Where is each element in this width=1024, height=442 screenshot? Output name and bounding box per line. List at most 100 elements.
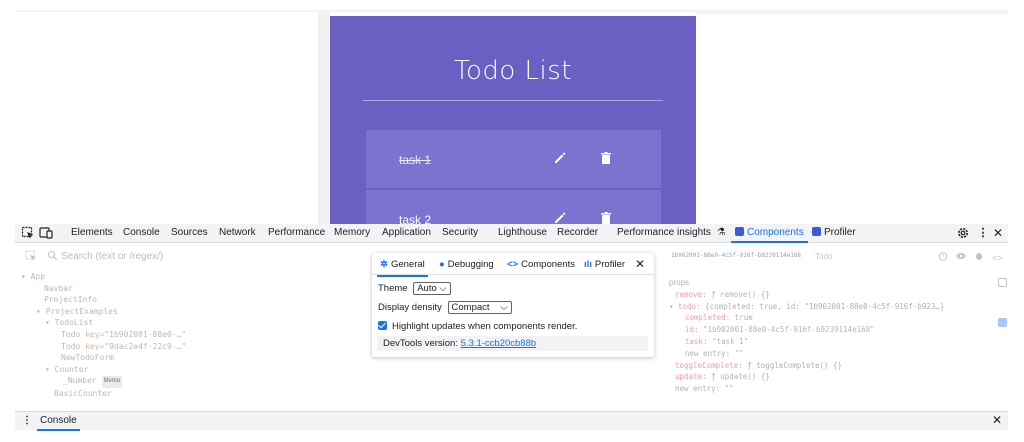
device-toolbar-icon[interactable] bbox=[39, 226, 53, 240]
prop-row[interactable]: id: "1b902001-88e0-4c5f-916f-b9239114e16… bbox=[669, 324, 944, 336]
tree-node-todo[interactable]: Todo key="9dac2e4f-22c9-…" bbox=[21, 341, 186, 353]
version-label: DevTools version: bbox=[383, 338, 458, 349]
tab-console[interactable]: Console bbox=[123, 227, 160, 238]
tab-memory[interactable]: Memory bbox=[334, 227, 370, 238]
density-select-value: Compact bbox=[451, 302, 490, 313]
tab-network[interactable]: Network bbox=[219, 227, 256, 238]
tree-node-projectinfo[interactable]: ProjectInfo bbox=[21, 294, 186, 306]
prop-value: ƒ update() {} bbox=[711, 372, 770, 382]
react-icon bbox=[812, 227, 821, 236]
prop-value: "" bbox=[724, 384, 734, 394]
gear-icon: ✲ bbox=[380, 259, 388, 270]
select-component-icon[interactable] bbox=[25, 250, 37, 265]
prop-key: remove bbox=[675, 289, 703, 299]
search-input[interactable] bbox=[61, 249, 311, 264]
tree-node-label: ProjectExamples bbox=[45, 306, 118, 316]
debug-bug-icon[interactable] bbox=[974, 251, 984, 261]
tab-lighthouse[interactable]: Lighthouse bbox=[498, 227, 547, 238]
prop-key: id bbox=[685, 325, 695, 335]
prop-value: ƒ toggleComplete() {} bbox=[747, 360, 843, 370]
settings-popup: ✲ General ● Debugging <> Components ılı Prof… bbox=[372, 253, 654, 357]
theme-label: Theme bbox=[378, 283, 408, 294]
tree-node-key-attr: key= bbox=[85, 341, 105, 351]
tree-node-counter[interactable]: ▾ Counter bbox=[21, 364, 186, 376]
tab-performance-insights-label: Performance insights bbox=[617, 227, 711, 238]
suspend-icon[interactable] bbox=[938, 251, 948, 261]
react-icon bbox=[735, 227, 744, 236]
prop-row[interactable]: new entry: "" bbox=[669, 383, 944, 395]
tab-elements[interactable]: Elements bbox=[71, 227, 113, 238]
header-actions: <> bbox=[933, 251, 1003, 264]
view-source-icon[interactable]: <> bbox=[992, 253, 1003, 263]
settings-tab-components[interactable]: <> Components bbox=[507, 259, 575, 270]
prop-row[interactable]: task: "task 1" bbox=[669, 336, 944, 348]
inspect-element-icon[interactable] bbox=[21, 226, 35, 240]
gear-icon[interactable] bbox=[956, 226, 970, 240]
settings-tab-label: General bbox=[390, 259, 425, 270]
drawer-menu-icon[interactable]: ⋮ bbox=[22, 415, 32, 426]
close-devtools-icon[interactable]: ✕ bbox=[993, 226, 1003, 240]
component-tree: ▾ App Navbar ProjectInfo ▾ ProjectExampl… bbox=[21, 271, 186, 400]
tab-recorder[interactable]: Recorder bbox=[557, 227, 598, 238]
prop-row[interactable]: new entry: "" bbox=[669, 348, 944, 360]
highlight-updates-checkbox[interactable] bbox=[378, 321, 387, 330]
devtools-tab-bar: Elements Console Sources Network Perform… bbox=[15, 224, 1008, 243]
theme-select[interactable]: Auto ⌵ bbox=[413, 282, 451, 295]
settings-tab-profiler[interactable]: ılı Profiler bbox=[584, 259, 625, 270]
edit-icon[interactable] bbox=[552, 150, 568, 166]
todo-item-text[interactable]: task 2 bbox=[399, 213, 431, 224]
tree-node-number[interactable]: _Number Memo bbox=[21, 375, 186, 388]
completed-checkbox[interactable] bbox=[998, 318, 1007, 327]
tab-performance-insights[interactable]: Performance insights ⚗ bbox=[617, 227, 726, 238]
settings-tab-general[interactable]: ✲ General bbox=[377, 259, 428, 277]
prop-key: todo bbox=[678, 301, 697, 311]
tab-application[interactable]: Application bbox=[382, 227, 431, 238]
prop-row[interactable]: completed: true bbox=[669, 312, 944, 324]
tree-node-newtodoform[interactable]: NewTodoForm bbox=[21, 352, 186, 364]
density-select[interactable]: Compact ⌵ bbox=[447, 301, 512, 314]
close-icon[interactable]: ✕ bbox=[635, 257, 645, 271]
tree-node-navbar[interactable]: Navbar bbox=[21, 283, 186, 295]
close-drawer-icon[interactable]: ✕ bbox=[992, 413, 1002, 427]
console-drawer: ⋮ Console ✕ bbox=[15, 411, 1008, 431]
drawer-tab-console[interactable]: Console bbox=[37, 415, 80, 431]
tree-node-projectexamples[interactable]: ▾ ProjectExamples bbox=[21, 306, 186, 318]
bug-icon: ● bbox=[439, 259, 445, 270]
version-link[interactable]: 5.3.1-ccb20cb88b bbox=[461, 338, 537, 349]
settings-tab-label: Profiler bbox=[594, 259, 626, 270]
copy-props-icon[interactable] bbox=[998, 278, 1007, 287]
tab-performance[interactable]: Performance bbox=[268, 227, 325, 238]
settings-tab-label: Components bbox=[521, 259, 575, 270]
todo-item[interactable]: task 2 bbox=[366, 190, 661, 224]
prop-row[interactable]: remove: ƒ remove() {} bbox=[669, 289, 944, 301]
flask-icon: ⚗ bbox=[716, 227, 726, 238]
tree-node-label: ProjectInfo bbox=[44, 295, 97, 305]
trash-icon[interactable] bbox=[598, 210, 614, 224]
trash-icon[interactable] bbox=[598, 150, 614, 166]
tree-node-todolist[interactable]: ▾ TodoList bbox=[21, 317, 186, 329]
prop-row[interactable]: update: ƒ update() {} bbox=[669, 371, 944, 383]
tree-node-label: NewTodoForm bbox=[61, 353, 114, 363]
settings-tab-debugging[interactable]: ● Debugging bbox=[439, 259, 494, 270]
highlight-row[interactable]: Highlight updates when components render… bbox=[378, 321, 577, 332]
prop-row[interactable]: ▾ todo: {completed: true, id: "1b902001-… bbox=[669, 301, 944, 313]
inspect-dom-icon[interactable] bbox=[956, 251, 966, 261]
todo-item-text[interactable]: task 1 bbox=[399, 153, 431, 167]
tab-components[interactable]: Components bbox=[731, 227, 808, 243]
highlight-updates-label: Highlight updates when components render… bbox=[392, 321, 578, 332]
edit-icon[interactable] bbox=[552, 210, 568, 224]
tree-node-app[interactable]: ▾ App bbox=[21, 271, 186, 283]
prop-row[interactable]: toggleComplete: ƒ toggleComplete() {} bbox=[669, 360, 944, 372]
tab-sources[interactable]: Sources bbox=[171, 227, 208, 238]
settings-tabs: ✲ General ● Debugging <> Components ılı Prof… bbox=[372, 253, 654, 277]
tab-security[interactable]: Security bbox=[442, 227, 478, 238]
more-options-icon[interactable]: ⋮ bbox=[976, 226, 990, 240]
tree-node-todo[interactable]: Todo key="1b902001-88e0-…" bbox=[21, 329, 186, 341]
screen: Todo List task 1 task 2 Elements Console… bbox=[0, 0, 1024, 442]
todo-item[interactable]: task 1 bbox=[366, 130, 661, 188]
prop-key: toggleComplete bbox=[675, 360, 739, 370]
tab-profiler[interactable]: Profiler bbox=[812, 227, 856, 238]
prop-key: new entry bbox=[675, 384, 716, 394]
prop-value: "1b902001-88e0-4c5f-916f-b9239114e168" bbox=[703, 325, 875, 335]
tree-node-basiccounter[interactable]: BasicCounter bbox=[21, 388, 186, 400]
